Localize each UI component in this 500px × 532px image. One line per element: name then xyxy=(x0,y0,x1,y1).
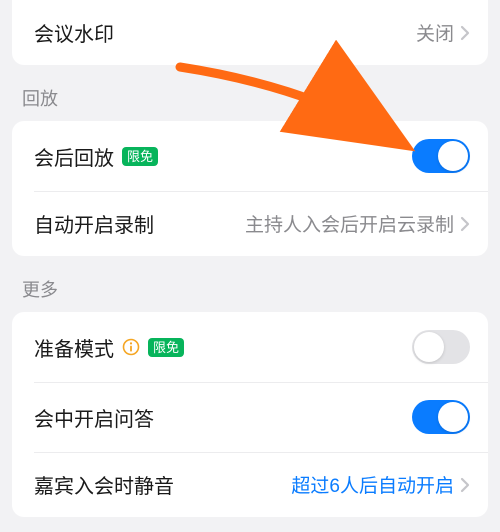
value-auto-record: 主持人入会后开启云录制 xyxy=(245,210,454,237)
row-guest-mute-left: 嘉宾入会时静音 xyxy=(34,470,174,499)
chevron-right-icon xyxy=(460,216,470,232)
badge-free-limited: 限免 xyxy=(122,147,158,166)
row-qa: 会中开启问答 xyxy=(12,382,488,452)
label-watermark: 会议水印 xyxy=(34,18,114,47)
row-auto-record[interactable]: 自动开启录制 主持人入会后开启云录制 xyxy=(12,191,488,256)
row-qa-right xyxy=(412,400,470,434)
chevron-right-icon xyxy=(460,25,470,41)
row-watermark-left: 会议水印 xyxy=(34,18,114,47)
value-guest-mute: 超过6人后自动开启 xyxy=(291,471,454,498)
row-after-meeting-right xyxy=(412,139,470,173)
label-after-meeting-playback: 会后回放 xyxy=(34,142,114,171)
badge-free-limited: 限免 xyxy=(148,338,184,357)
row-auto-record-left: 自动开启录制 xyxy=(34,209,154,238)
chevron-right-icon xyxy=(460,477,470,493)
toggle-qa[interactable] xyxy=(412,400,470,434)
toggle-prep-mode[interactable] xyxy=(412,330,470,364)
section-header-more: 更多 xyxy=(0,256,500,312)
row-prep-mode-right xyxy=(412,330,470,364)
value-watermark: 关闭 xyxy=(416,19,454,46)
group-more: 准备模式 限免 会中开启问答 嘉宾入会时静音 超过6人后自动开启 xyxy=(12,312,488,517)
row-guest-mute-right: 超过6人后自动开启 xyxy=(291,471,470,498)
row-watermark-right: 关闭 xyxy=(416,19,470,46)
row-watermark[interactable]: 会议水印 关闭 xyxy=(12,0,488,65)
row-prep-mode: 准备模式 限免 xyxy=(12,312,488,382)
row-prep-mode-left: 准备模式 限免 xyxy=(34,333,184,362)
toggle-after-meeting-playback[interactable] xyxy=(412,139,470,173)
group-general: 会议水印 关闭 xyxy=(12,0,488,65)
section-header-playback: 回放 xyxy=(0,65,500,121)
group-playback: 会后回放 限免 自动开启录制 主持人入会后开启云录制 xyxy=(12,121,488,256)
row-guest-mute[interactable]: 嘉宾入会时静音 超过6人后自动开启 xyxy=(12,452,488,517)
row-auto-record-right: 主持人入会后开启云录制 xyxy=(245,210,470,237)
label-guest-mute: 嘉宾入会时静音 xyxy=(34,470,174,499)
info-icon[interactable] xyxy=(122,338,140,356)
row-after-meeting-playback: 会后回放 限免 xyxy=(12,121,488,191)
label-qa: 会中开启问答 xyxy=(34,403,154,432)
label-auto-record: 自动开启录制 xyxy=(34,209,154,238)
row-after-meeting-left: 会后回放 限免 xyxy=(34,142,158,171)
row-qa-left: 会中开启问答 xyxy=(34,403,154,432)
label-prep-mode: 准备模式 xyxy=(34,333,114,362)
